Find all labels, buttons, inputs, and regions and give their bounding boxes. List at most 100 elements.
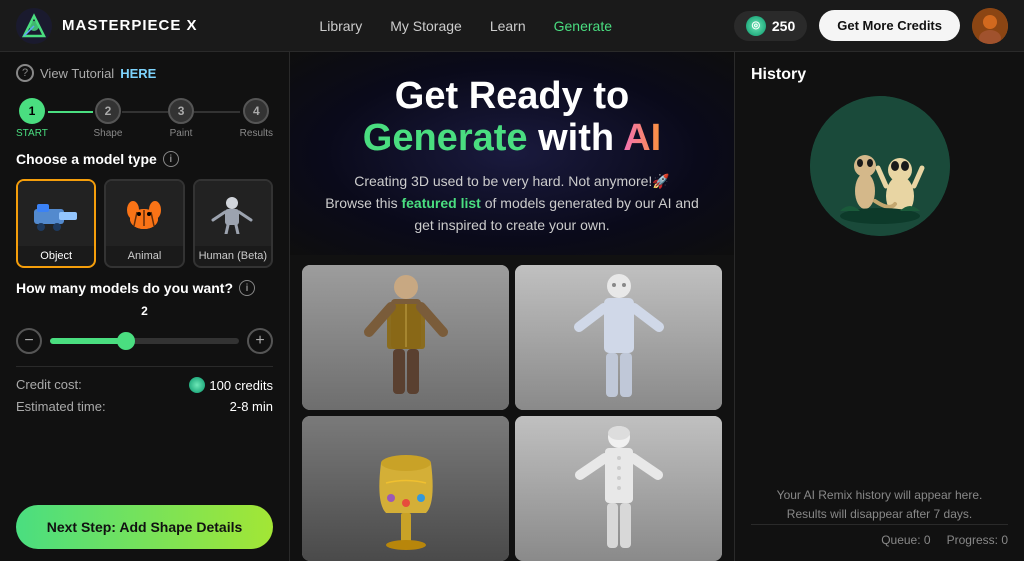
model-card-human-label: Human (Beta) (199, 246, 267, 266)
model-card-object[interactable]: Object (16, 179, 96, 268)
slider-minus-button[interactable]: − (16, 328, 42, 354)
nav-storage[interactable]: My Storage (390, 18, 462, 34)
logo-text: MASTERPIECE X (62, 17, 198, 34)
hero-subtitle: Creating 3D used to be very hard. Not an… (322, 170, 702, 237)
credit-cost-row: Credit cost: 100 credits (16, 377, 273, 393)
model-card-human-img (195, 181, 271, 246)
logo-icon (16, 8, 52, 44)
main-layout: ? View Tutorial HERE 1 START 2 Shape 3 P… (0, 52, 1024, 561)
history-title: History (751, 66, 1008, 84)
nav-generate[interactable]: Generate (554, 18, 612, 34)
model-card-animal-label: Animal (128, 246, 162, 266)
history-empty-text: Your AI Remix history will appear here. … (751, 486, 1008, 524)
cost-section: Credit cost: 100 credits Estimated time:… (16, 366, 273, 414)
step-line-2 (122, 111, 168, 113)
credit-cost-value: 100 credits (189, 377, 273, 393)
header-left: MASTERPIECE X (16, 8, 198, 44)
hero-title-with: with (528, 117, 624, 159)
step-3-circle: 3 (168, 98, 194, 124)
estimated-time-value: 2-8 min (230, 399, 273, 414)
model-preview-1-bg (302, 265, 509, 410)
step-1[interactable]: 1 START (16, 98, 48, 139)
progress-label-value: Progress: 0 (947, 533, 1008, 547)
model-grid (290, 255, 734, 561)
queue-label: Queue: (881, 533, 920, 547)
credits-icon: ◎ (746, 16, 766, 36)
tutorial-link-row: ? View Tutorial HERE (16, 64, 273, 82)
header-nav: Library My Storage Learn Generate (319, 18, 612, 34)
model-type-info-icon[interactable]: i (163, 151, 179, 167)
step-4-label: Results (240, 128, 273, 139)
estimated-time-row: Estimated time: 2-8 min (16, 399, 273, 414)
featured-list-link[interactable]: featured list (401, 195, 480, 211)
step-3-label: Paint (170, 128, 193, 139)
model-card-object-img (18, 181, 94, 246)
slider-plus-button[interactable]: + (247, 328, 273, 354)
model-preview-2-bg (515, 265, 722, 410)
queue-info: Queue: 0 Progress: 0 (751, 533, 1008, 547)
slider-thumb (117, 332, 135, 350)
model-card-animal[interactable]: Animal (104, 179, 184, 268)
quantity-section: How many models do you want? i 2 − + (16, 280, 273, 354)
credit-cost-label: Credit cost: (16, 377, 82, 393)
progress-value: 0 (1001, 533, 1008, 547)
hero-subtitle-line1: Creating 3D used to be very hard. Not an… (322, 170, 702, 192)
model-preview-4-bg (515, 416, 722, 561)
progress-label: Progress: (947, 533, 998, 547)
hero-title-generate: Generate (363, 117, 528, 159)
get-credits-button[interactable]: Get More Credits (819, 10, 960, 41)
estimated-time-label: Estimated time: (16, 399, 106, 414)
tutorial-here-link[interactable]: HERE (120, 66, 156, 81)
hero-subtitle-line2: Browse this featured list of models gene… (322, 192, 702, 214)
model-type-title-row: Choose a model type i (16, 151, 273, 167)
hero-title-ai: AI (623, 117, 661, 159)
queue-label-value: Queue: 0 (881, 533, 930, 547)
step-4[interactable]: 4 Results (240, 98, 273, 139)
model-card-animal-img (106, 181, 182, 246)
step-2-label: Shape (93, 128, 122, 139)
step-line-1 (48, 111, 94, 113)
quantity-value: 2 (16, 304, 273, 318)
step-1-label: START (16, 128, 48, 139)
nav-learn[interactable]: Learn (490, 18, 526, 34)
right-panel: History (734, 52, 1024, 561)
model-preview-3[interactable] (302, 416, 509, 561)
slider-row: − + (16, 328, 273, 354)
queue-value: 0 (924, 533, 931, 547)
slider-fill (50, 338, 126, 344)
model-card-human[interactable]: Human (Beta) (193, 179, 273, 268)
model-card-object-label: Object (40, 246, 72, 266)
hero-title-line1: Get Ready to (395, 75, 629, 117)
hero-title: Get Ready to Generate with AI (322, 76, 702, 160)
subtitle-suffix: of models generated by our AI and (481, 195, 699, 211)
quantity-info-icon[interactable]: i (239, 280, 255, 296)
next-step-button[interactable]: Next Step: Add Shape Details (16, 505, 273, 549)
model-preview-3-bg (302, 416, 509, 561)
tutorial-text: View Tutorial (40, 66, 114, 81)
history-divider (751, 524, 1008, 525)
header-right: ◎ 250 Get More Credits (734, 8, 1008, 44)
quantity-title-row: How many models do you want? i (16, 280, 273, 296)
credit-cost-amount: 100 credits (209, 378, 273, 393)
nav-library[interactable]: Library (319, 18, 362, 34)
cost-credits-icon (189, 377, 205, 393)
steps-container: 1 START 2 Shape 3 Paint 4 Results (16, 98, 273, 139)
subtitle-prefix: Browse this (325, 195, 401, 211)
model-preview-2[interactable] (515, 265, 722, 410)
avatar[interactable] (972, 8, 1008, 44)
history-empty-line2: Results will disappear after 7 days. (787, 507, 972, 521)
step-2-circle: 2 (95, 98, 121, 124)
hero-subtitle-line3: get inspired to create your own. (322, 214, 702, 236)
header: MASTERPIECE X Library My Storage Learn G… (0, 0, 1024, 52)
slider-track[interactable] (50, 338, 239, 344)
step-1-circle: 1 (19, 98, 45, 124)
history-empty-line1: Your AI Remix history will appear here. (777, 488, 983, 502)
credits-amount: 250 (772, 18, 795, 34)
history-spacer (751, 252, 1008, 486)
tutorial-info-icon: ? (16, 64, 34, 82)
model-preview-1[interactable] (302, 265, 509, 410)
step-3[interactable]: 3 Paint (168, 98, 194, 139)
model-preview-4[interactable] (515, 416, 722, 561)
step-2[interactable]: 2 Shape (93, 98, 122, 139)
model-types-container: Object (16, 179, 273, 268)
